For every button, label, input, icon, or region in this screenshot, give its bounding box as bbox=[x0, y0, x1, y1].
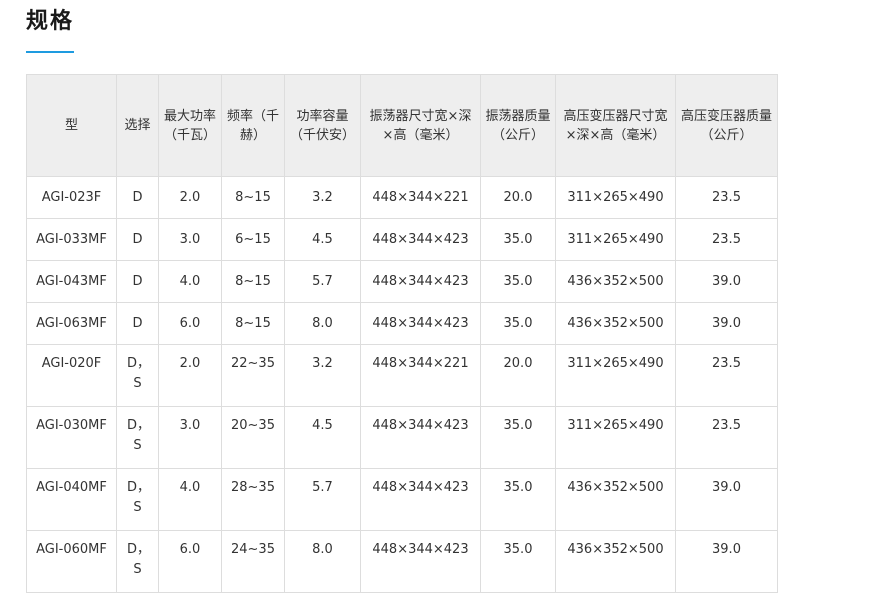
table-row: AGI-040MF D，S 4.0 28~35 5.7 448×344×423 … bbox=[26, 468, 778, 531]
cell-model: AGI-060MF bbox=[26, 530, 117, 593]
cell-transformer-size: 311×265×490 bbox=[555, 176, 676, 219]
header-model: 型 bbox=[26, 74, 117, 177]
cell-power-capacity: 8.0 bbox=[284, 302, 361, 345]
cell-model: AGI-040MF bbox=[26, 468, 117, 531]
cell-model: AGI-063MF bbox=[26, 302, 117, 345]
header-selection: 选择 bbox=[116, 74, 159, 177]
cell-model: AGI-023F bbox=[26, 176, 117, 219]
cell-oscillator-mass: 35.0 bbox=[480, 530, 556, 593]
cell-transformer-size: 311×265×490 bbox=[555, 344, 676, 407]
cell-oscillator-size: 448×344×423 bbox=[360, 530, 481, 593]
table-header-row: 型 选择 最大功率（千瓦） 频率（千赫） 功率容量（千伏安） 振荡器尺寸宽×深×… bbox=[26, 74, 778, 177]
table-row: AGI-033MF D 3.0 6~15 4.5 448×344×423 35.… bbox=[26, 218, 778, 261]
header-oscillator-mass: 振荡器质量（公斤） bbox=[480, 74, 556, 177]
cell-transformer-size: 436×352×500 bbox=[555, 260, 676, 303]
cell-frequency: 28~35 bbox=[221, 468, 285, 531]
cell-oscillator-mass: 20.0 bbox=[480, 176, 556, 219]
cell-oscillator-size: 448×344×423 bbox=[360, 260, 481, 303]
spec-page: 规格 型 选择 最大功率（千瓦） 频率（千赫） 功率容量（千伏安） 振荡器尺寸宽… bbox=[0, 0, 880, 594]
cell-frequency: 20~35 bbox=[221, 406, 285, 469]
cell-power-capacity: 3.2 bbox=[284, 176, 361, 219]
cell-max-power: 6.0 bbox=[158, 530, 222, 593]
cell-transformer-mass: 39.0 bbox=[675, 530, 778, 593]
cell-max-power: 2.0 bbox=[158, 344, 222, 407]
cell-frequency: 8~15 bbox=[221, 260, 285, 303]
cell-transformer-mass: 39.0 bbox=[675, 260, 778, 303]
header-power-capacity: 功率容量（千伏安） bbox=[284, 74, 361, 177]
table-row: AGI-063MF D 6.0 8~15 8.0 448×344×423 35.… bbox=[26, 302, 778, 345]
spec-table: 型 选择 最大功率（千瓦） 频率（千赫） 功率容量（千伏安） 振荡器尺寸宽×深×… bbox=[26, 74, 778, 593]
cell-oscillator-size: 448×344×423 bbox=[360, 218, 481, 261]
cell-max-power: 4.0 bbox=[158, 468, 222, 531]
header-transformer-size: 高压变压器尺寸宽×深×高（毫米） bbox=[555, 74, 676, 177]
cell-oscillator-mass: 20.0 bbox=[480, 344, 556, 407]
cell-transformer-mass: 39.0 bbox=[675, 468, 778, 531]
cell-transformer-mass: 23.5 bbox=[675, 344, 778, 407]
cell-power-capacity: 4.5 bbox=[284, 218, 361, 261]
cell-max-power: 6.0 bbox=[158, 302, 222, 345]
cell-max-power: 4.0 bbox=[158, 260, 222, 303]
cell-transformer-size: 311×265×490 bbox=[555, 406, 676, 469]
cell-oscillator-size: 448×344×423 bbox=[360, 302, 481, 345]
cell-selection: D，S bbox=[116, 530, 159, 593]
cell-power-capacity: 5.7 bbox=[284, 260, 361, 303]
cell-max-power: 3.0 bbox=[158, 218, 222, 261]
page-title: 规格 bbox=[26, 9, 75, 34]
table-row: AGI-060MF D，S 6.0 24~35 8.0 448×344×423 … bbox=[26, 530, 778, 593]
cell-power-capacity: 3.2 bbox=[284, 344, 361, 407]
header-transformer-mass: 高压变压器质量（公斤） bbox=[675, 74, 778, 177]
cell-oscillator-mass: 35.0 bbox=[480, 468, 556, 531]
cell-oscillator-mass: 35.0 bbox=[480, 302, 556, 345]
cell-selection: D bbox=[116, 302, 159, 345]
cell-transformer-mass: 23.5 bbox=[675, 176, 778, 219]
cell-selection: D，S bbox=[116, 468, 159, 531]
header-frequency: 频率（千赫） bbox=[221, 74, 285, 177]
cell-transformer-mass: 23.5 bbox=[675, 218, 778, 261]
cell-transformer-size: 311×265×490 bbox=[555, 218, 676, 261]
cell-transformer-size: 436×352×500 bbox=[555, 468, 676, 531]
cell-selection: D bbox=[116, 218, 159, 261]
cell-model: AGI-030MF bbox=[26, 406, 117, 469]
cell-max-power: 3.0 bbox=[158, 406, 222, 469]
cell-frequency: 22~35 bbox=[221, 344, 285, 407]
cell-power-capacity: 8.0 bbox=[284, 530, 361, 593]
cell-model: AGI-043MF bbox=[26, 260, 117, 303]
cell-power-capacity: 5.7 bbox=[284, 468, 361, 531]
cell-oscillator-size: 448×344×221 bbox=[360, 344, 481, 407]
cell-selection: D，S bbox=[116, 406, 159, 469]
cell-power-capacity: 4.5 bbox=[284, 406, 361, 469]
cell-frequency: 6~15 bbox=[221, 218, 285, 261]
title-underline bbox=[26, 51, 74, 53]
cell-oscillator-mass: 35.0 bbox=[480, 218, 556, 261]
cell-frequency: 8~15 bbox=[221, 176, 285, 219]
table-row: AGI-023F D 2.0 8~15 3.2 448×344×221 20.0… bbox=[26, 176, 778, 219]
header-oscillator-size: 振荡器尺寸宽×深×高（毫米） bbox=[360, 74, 481, 177]
cell-transformer-mass: 23.5 bbox=[675, 406, 778, 469]
cell-selection: D，S bbox=[116, 344, 159, 407]
cell-oscillator-mass: 35.0 bbox=[480, 260, 556, 303]
cell-transformer-size: 436×352×500 bbox=[555, 530, 676, 593]
cell-transformer-size: 436×352×500 bbox=[555, 302, 676, 345]
cell-frequency: 8~15 bbox=[221, 302, 285, 345]
header-max-power: 最大功率（千瓦） bbox=[158, 74, 222, 177]
cell-selection: D bbox=[116, 176, 159, 219]
table-row: AGI-030MF D，S 3.0 20~35 4.5 448×344×423 … bbox=[26, 406, 778, 469]
table-row: AGI-020F D，S 2.0 22~35 3.2 448×344×221 2… bbox=[26, 344, 778, 407]
cell-model: AGI-033MF bbox=[26, 218, 117, 261]
cell-oscillator-size: 448×344×221 bbox=[360, 176, 481, 219]
cell-transformer-mass: 39.0 bbox=[675, 302, 778, 345]
cell-frequency: 24~35 bbox=[221, 530, 285, 593]
cell-model: AGI-020F bbox=[26, 344, 117, 407]
cell-oscillator-mass: 35.0 bbox=[480, 406, 556, 469]
table-row: AGI-043MF D 4.0 8~15 5.7 448×344×423 35.… bbox=[26, 260, 778, 303]
cell-max-power: 2.0 bbox=[158, 176, 222, 219]
cell-oscillator-size: 448×344×423 bbox=[360, 406, 481, 469]
cell-selection: D bbox=[116, 260, 159, 303]
cell-oscillator-size: 448×344×423 bbox=[360, 468, 481, 531]
